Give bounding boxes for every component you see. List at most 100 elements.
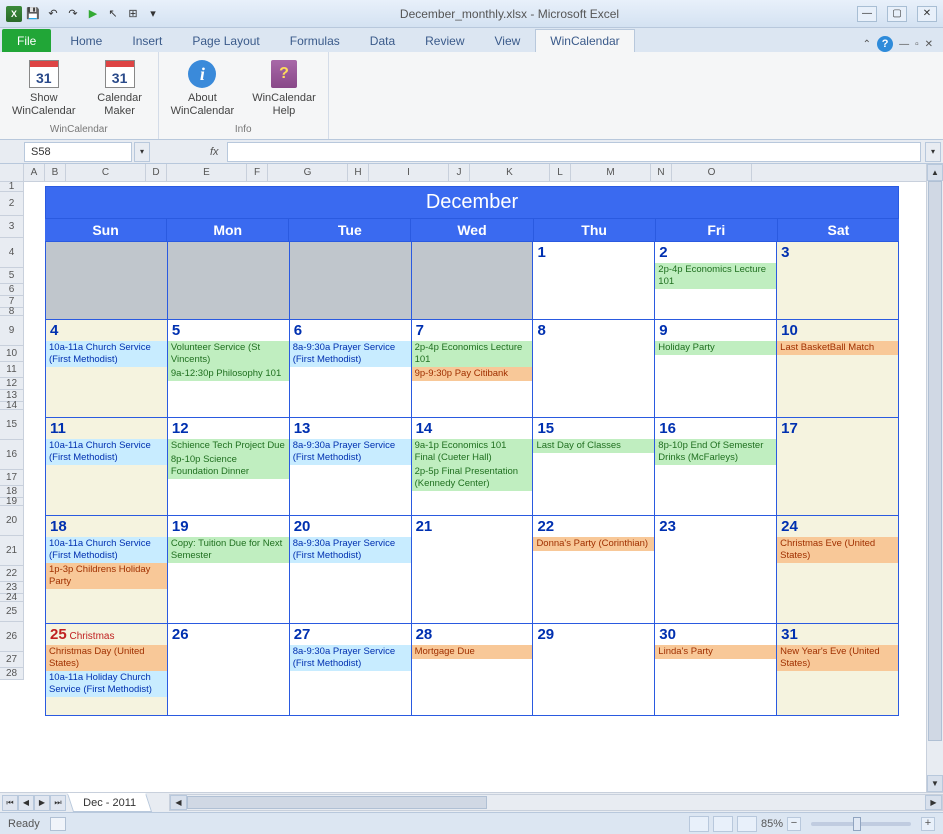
tab-view[interactable]: View xyxy=(480,29,536,52)
vscroll-thumb[interactable] xyxy=(928,181,942,741)
workbook-restore-icon[interactable]: ▫ xyxy=(915,39,919,50)
tab-insert[interactable]: Insert xyxy=(117,29,177,52)
tab-data[interactable]: Data xyxy=(355,29,410,52)
calendar-event[interactable]: 10a-11a Church Service (First Methodist) xyxy=(46,341,167,367)
maximize-button[interactable]: ▢ xyxy=(887,6,907,22)
row-header[interactable]: 3 xyxy=(0,216,23,238)
row-header[interactable]: 12 xyxy=(0,378,23,390)
calendar-cell[interactable]: 15Last Day of Classes xyxy=(533,418,655,516)
vertical-scrollbar[interactable]: ▲ ▼ xyxy=(926,164,943,792)
hscroll-thumb[interactable] xyxy=(187,796,487,809)
zoom-out-button[interactable]: − xyxy=(787,817,801,831)
column-header[interactable]: G xyxy=(268,164,348,181)
tab-last-button[interactable]: ⏭ xyxy=(50,795,66,811)
calendar-event[interactable]: 10a-11a Church Service (First Methodist) xyxy=(46,537,167,563)
calendar-cell[interactable]: 21 xyxy=(412,516,534,624)
calendar-cell[interactable]: 24Christmas Eve (United States) xyxy=(777,516,899,624)
tab-first-button[interactable]: ⏮ xyxy=(2,795,18,811)
tab-review[interactable]: Review xyxy=(410,29,479,52)
calendar-cell[interactable]: 410a-11a Church Service (First Methodist… xyxy=(45,320,168,418)
row-header[interactable]: 28 xyxy=(0,668,23,680)
calendar-cell[interactable]: 29 xyxy=(533,624,655,716)
row-header[interactable]: 6 xyxy=(0,284,23,296)
about-wincalendar-button[interactable]: i About WinCalendar xyxy=(167,56,239,122)
help-icon[interactable]: ? xyxy=(877,36,893,52)
calendar-cell[interactable]: 28Mortgage Due xyxy=(412,624,534,716)
calendar-cell[interactable]: 68a-9:30a Prayer Service (First Methodis… xyxy=(290,320,412,418)
calendar-event[interactable]: 8a-9:30a Prayer Service (First Methodist… xyxy=(290,645,411,671)
redo-icon[interactable]: ↷ xyxy=(64,5,82,23)
excel-app-icon[interactable]: X xyxy=(6,6,22,22)
row-header[interactable]: 11 xyxy=(0,362,23,378)
calendar-cell[interactable]: 10Last BasketBall Match xyxy=(777,320,899,418)
calendar-event[interactable]: Christmas Eve (United States) xyxy=(777,537,898,563)
calendar-event[interactable]: 2p-4p Economics Lecture 101 xyxy=(412,341,533,367)
macro-record-icon[interactable] xyxy=(50,817,66,831)
zoom-level[interactable]: 85% xyxy=(761,818,783,830)
run-script-icon[interactable]: ▶ xyxy=(84,5,102,23)
calendar-event[interactable]: Schience Tech Project Due xyxy=(168,439,289,453)
calendar-cell[interactable]: 208a-9:30a Prayer Service (First Methodi… xyxy=(290,516,412,624)
calc-icon[interactable]: ⊞ xyxy=(124,5,142,23)
calendar-event[interactable]: Volunteer Service (St Vincents) xyxy=(168,341,289,367)
calendar-cell[interactable]: 30Linda's Party xyxy=(655,624,777,716)
row-header[interactable]: 1 xyxy=(0,182,23,192)
calendar-cell[interactable]: 3 xyxy=(777,242,899,320)
column-header[interactable]: L xyxy=(550,164,571,181)
wincalendar-help-button[interactable]: ? WinCalendar Help xyxy=(248,56,320,122)
calendar-cell[interactable]: 149a-1p Economics 101 Final (Cueter Hall… xyxy=(412,418,534,516)
scroll-left-button[interactable]: ◀ xyxy=(170,795,187,810)
sheet-tab[interactable]: Dec - 2011 xyxy=(67,793,152,812)
row-header[interactable]: 10 xyxy=(0,346,23,362)
calendar-cell[interactable]: 9Holiday Party xyxy=(655,320,777,418)
calendar-cell[interactable]: 25 ChristmasChristmas Day (United States… xyxy=(45,624,168,716)
calendar-event[interactable]: 10a-11a Church Service (First Methodist) xyxy=(46,439,167,465)
arrow-icon[interactable]: ↖ xyxy=(104,5,122,23)
column-header[interactable]: N xyxy=(651,164,672,181)
calendar-event[interactable]: 9a-1p Economics 101 Final (Cueter Hall) xyxy=(412,439,533,465)
select-all-corner[interactable] xyxy=(0,164,24,182)
column-header[interactable]: O xyxy=(672,164,752,181)
tab-wincalendar[interactable]: WinCalendar xyxy=(535,29,634,52)
scroll-up-button[interactable]: ▲ xyxy=(927,164,943,181)
calendar-event[interactable]: Last Day of Classes xyxy=(533,439,654,453)
row-header[interactable]: 19 xyxy=(0,498,23,506)
calendar-event[interactable]: 2p-4p Economics Lecture 101 xyxy=(655,263,776,289)
row-header[interactable]: 20 xyxy=(0,506,23,536)
undo-icon[interactable]: ↶ xyxy=(44,5,62,23)
calendar-event[interactable]: 8p-10p End Of Semester Drinks (McFarleys… xyxy=(655,439,776,465)
zoom-slider[interactable] xyxy=(811,822,911,826)
scroll-down-button[interactable]: ▼ xyxy=(927,775,943,792)
zoom-slider-thumb[interactable] xyxy=(853,817,861,831)
sheet-body[interactable]: ABCDEFGHIJKLMNO December SunMonTueWedThu… xyxy=(24,164,926,792)
row-header[interactable]: 24 xyxy=(0,594,23,602)
row-header[interactable]: 14 xyxy=(0,402,23,410)
calendar-event[interactable]: Mortgage Due xyxy=(412,645,533,659)
calendar-event[interactable]: 8a-9:30a Prayer Service (First Methodist… xyxy=(290,537,411,563)
calendar-cell[interactable]: 19Copy: Tuition Due for Next Semester xyxy=(168,516,290,624)
column-header[interactable]: K xyxy=(470,164,550,181)
horizontal-scrollbar[interactable]: ◀ ▶ xyxy=(169,794,943,811)
formula-expand[interactable]: ▾ xyxy=(925,142,941,162)
calendar-cell[interactable]: 12Schience Tech Project Due8p-10p Scienc… xyxy=(168,418,290,516)
close-button[interactable]: ✕ xyxy=(917,6,937,22)
column-header[interactable]: M xyxy=(571,164,651,181)
calendar-cell[interactable]: 22Donna's Party (Corinthian) xyxy=(533,516,655,624)
row-header[interactable]: 25 xyxy=(0,602,23,622)
column-header[interactable]: B xyxy=(45,164,66,181)
column-header[interactable]: A xyxy=(24,164,45,181)
calendar-cell[interactable]: 23 xyxy=(655,516,777,624)
calendar-cell[interactable]: 168p-10p End Of Semester Drinks (McFarle… xyxy=(655,418,777,516)
calendar-event[interactable]: 9a-12:30p Philosophy 101 xyxy=(168,367,289,381)
calendar-event[interactable]: 1p-3p Childrens Holiday Party xyxy=(46,563,167,589)
calendar-cell[interactable]: 278a-9:30a Prayer Service (First Methodi… xyxy=(290,624,412,716)
minimize-ribbon-icon[interactable]: ⌃ xyxy=(863,39,871,50)
row-header[interactable]: 17 xyxy=(0,470,23,486)
row-header[interactable]: 22 xyxy=(0,566,23,582)
calendar-event[interactable]: Copy: Tuition Due for Next Semester xyxy=(168,537,289,563)
row-header[interactable]: 21 xyxy=(0,536,23,566)
scroll-right-button[interactable]: ▶ xyxy=(925,795,942,810)
name-box-dropdown[interactable]: ▾ xyxy=(134,142,150,162)
row-header[interactable]: 16 xyxy=(0,440,23,470)
save-icon[interactable]: 💾 xyxy=(24,5,42,23)
